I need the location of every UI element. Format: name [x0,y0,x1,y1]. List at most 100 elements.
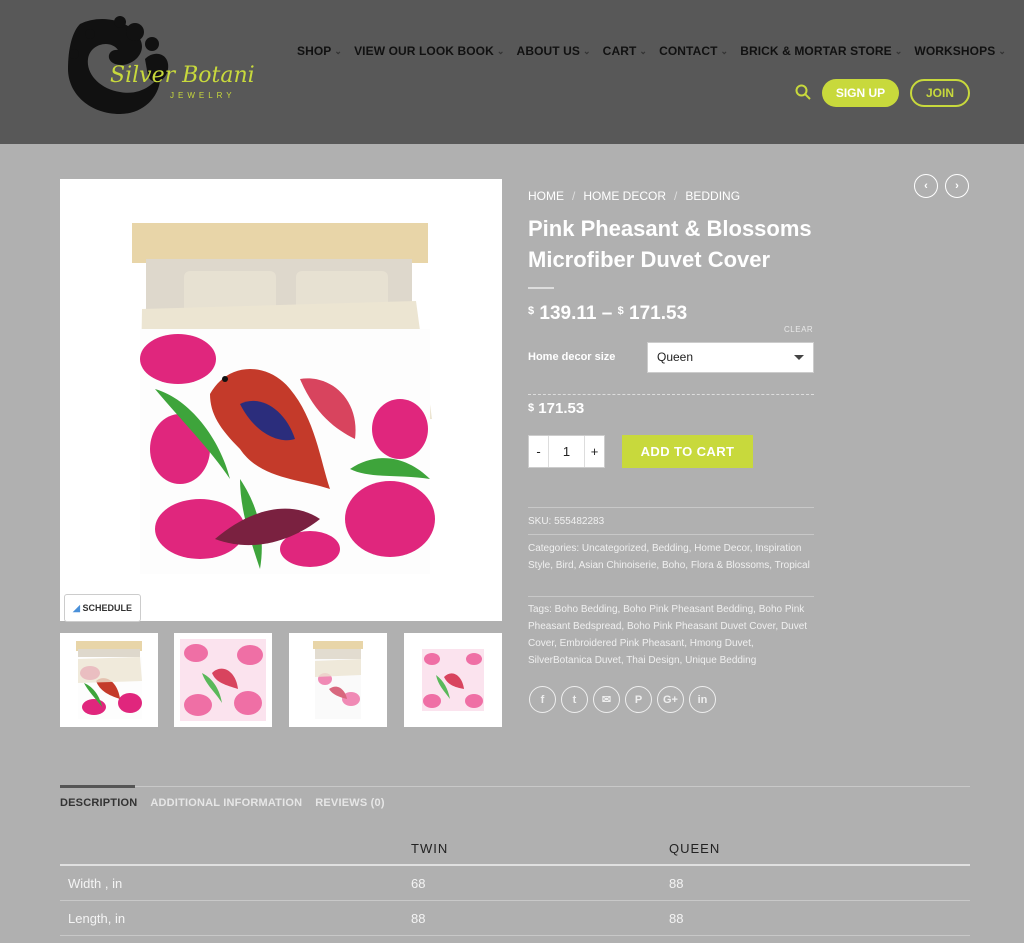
product-thumbnail[interactable] [60,633,158,727]
pinterest-icon[interactable]: P [625,686,652,713]
table-cell: 88 [669,875,684,891]
size-spec-table: TWIN QUEEN Width , in 68 88 Length, in 8… [60,833,970,936]
nav-item-workshops[interactable]: WORKSHOPS ⌄ [914,44,1006,58]
meta-divider [528,507,814,508]
breadcrumb-separator: / [674,189,678,203]
chevron-down-icon: ⌄ [894,45,903,56]
square-thumbnail [422,649,484,711]
previous-product-icon[interactable]: ‹ [914,174,938,198]
schedule-button[interactable]: ◢ SCHEDULE [64,594,141,622]
chevron-down-icon: ⌄ [583,45,591,56]
product-tabs: DESCRIPTION ADDITIONAL INFORMATION REVIE… [60,797,385,809]
product-main-image[interactable] [60,179,502,621]
chevron-down-icon: ⌄ [998,45,1006,56]
nav-item-contact[interactable]: CONTACT ⌄ [659,44,728,58]
table-row: Width , in 68 88 [60,866,970,901]
product-thumbnail[interactable] [404,633,502,727]
schedule-icon: ◢ [73,603,80,613]
nav-label: BRICK & MORTAR STORE [740,44,892,58]
chevron-down-icon: ⌄ [496,45,505,56]
join-button[interactable]: JOIN [910,79,970,107]
quantity-stepper: - 1 + [528,435,605,468]
variant-divider [528,394,814,395]
add-to-cart-button[interactable]: ADD TO CART [622,435,753,468]
nav-item-store[interactable]: BRICK & MORTAR STORE ⌄ [740,44,902,58]
google-plus-icon[interactable]: G+ [657,686,684,713]
currency-symbol: $ [528,402,535,414]
nav-label: CART [602,44,637,58]
size-select-value: Queen [657,350,694,364]
price-min: 139.11 [539,303,597,324]
bed-thumbnail [76,641,142,719]
table-header-row: TWIN QUEEN [60,833,970,866]
breadcrumb-home-decor[interactable]: HOME DECOR [583,189,666,203]
sign-up-button[interactable]: SIGN UP [822,79,899,107]
variant-label: Home decor size [528,351,616,363]
chevron-down-icon: ⌄ [720,45,729,56]
product-sku: SKU: 555482283 [528,516,605,527]
main-nav: SHOP ⌄ VIEW OUR LOOK BOOK ⌄ ABOUT US ⌄ CART… [297,44,1018,58]
product-thumbnail[interactable] [289,633,387,727]
dropdown-arrow-icon [794,355,804,360]
breadcrumb-separator: / [572,189,576,203]
quantity-input[interactable]: 1 [549,436,584,467]
currency-symbol: $ [528,305,535,317]
breadcrumb-home[interactable]: HOME [528,189,564,203]
quantity-increase-button[interactable]: + [584,436,604,467]
chevron-down-icon: ⌄ [639,45,648,56]
email-icon[interactable]: ✉ [593,686,620,713]
next-product-icon[interactable]: › [945,174,969,198]
table-cell: 88 [669,910,684,926]
linkedin-icon[interactable]: in [689,686,716,713]
price-range: $ 139.11 – $ 171.53 [528,303,687,325]
nav-label: ABOUT US [516,44,581,58]
facebook-icon[interactable]: f [529,686,556,713]
nav-item-cart[interactable]: CART ⌄ [603,44,647,58]
selected-price-value: 171.53 [538,400,585,417]
brand-logo[interactable]: Silver Botanica JEWELRY [60,14,255,120]
search-icon[interactable] [795,84,811,100]
nav-label: VIEW OUR LOOK BOOK [354,44,494,58]
table-cell: 88 [411,910,426,926]
table-header-cell: TWIN [411,841,449,856]
table-row: Length, in 88 88 [60,901,970,936]
tabs-divider [60,786,970,787]
product-thumbnail[interactable] [174,633,272,727]
meta-divider [528,596,814,597]
breadcrumb: HOME / HOME DECOR / BEDDING [528,189,740,203]
selected-price: $ 171.53 [528,400,584,417]
logo-subtext: JEWELRY [170,91,236,100]
table-cell: Width , in [68,875,123,891]
size-select[interactable]: Queen [647,342,814,373]
table-header-cell: QUEEN [669,841,721,856]
nav-item-shop[interactable]: SHOP ⌄ [297,44,342,58]
title-divider [528,287,554,289]
table-cell: Length, in [68,910,126,926]
tab-description[interactable]: DESCRIPTION [60,797,137,809]
product-tags[interactable]: Tags: Boho Bedding, Boho Pink Pheasant B… [528,601,814,669]
nav-label: CONTACT [659,44,718,58]
duvet-illustration [132,223,435,574]
breadcrumb-bedding[interactable]: BEDDING [685,189,740,203]
product-title: Pink Pheasant & Blossoms Microfiber Duve… [528,216,812,272]
nav-label: SHOP [297,44,332,58]
tab-additional-information[interactable]: ADDITIONAL INFORMATION [150,797,302,809]
product-categories[interactable]: Categories: Uncategorized, Bedding, Home… [528,540,814,574]
quantity-decrease-button[interactable]: - [529,436,549,467]
pattern-thumbnail [180,639,266,721]
clear-selection-link[interactable]: CLEAR [784,325,813,334]
price-dash: – [601,303,613,324]
currency-symbol: $ [617,305,624,317]
tab-reviews[interactable]: REVIEWS (0) [315,797,384,809]
table-cell: 68 [411,875,426,891]
meta-divider [528,534,814,535]
product-navigation: ‹ › [914,174,969,198]
twitter-icon[interactable]: t [561,686,588,713]
nav-item-about[interactable]: ABOUT US ⌄ [517,44,591,58]
nav-item-look-book[interactable]: VIEW OUR LOOK BOOK ⌄ [354,44,504,58]
share-buttons: f t ✉ P G+ in [529,686,716,713]
active-tab-indicator [60,785,135,788]
price-max: 171.53 [629,303,688,324]
chevron-down-icon: ⌄ [334,45,343,56]
logo-text: Silver Botanica [110,63,255,88]
